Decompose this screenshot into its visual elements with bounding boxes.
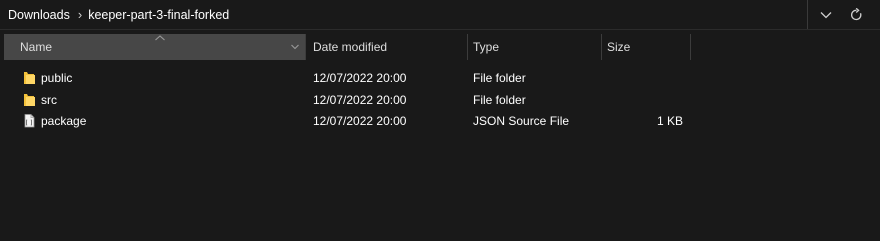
column-header-type[interactable]: Type <box>468 34 602 60</box>
file-size: 1 KB <box>656 114 683 128</box>
column-header-type-label: Type <box>473 40 500 54</box>
column-header-name-label: Name <box>20 40 53 54</box>
file-type: File folder <box>473 71 526 85</box>
file-row[interactable]: src 12/07/2022 20:00 File folder <box>4 89 704 110</box>
column-header-size-label: Size <box>607 40 631 54</box>
file-name: src <box>41 93 57 107</box>
refresh-icon <box>850 8 861 21</box>
refresh-button[interactable] <box>845 4 867 26</box>
breadcrumb-current-folder[interactable]: keeper-part-3-final-forked <box>88 8 229 22</box>
column-header-date-label: Date modified <box>313 40 388 54</box>
column-header-name[interactable]: Name <box>4 34 306 60</box>
column-filter-chevron-icon[interactable] <box>290 43 300 51</box>
address-history-dropdown-button[interactable] <box>815 4 837 26</box>
breadcrumb-separator-icon[interactable]: › <box>78 7 82 22</box>
file-date-modified: 12/07/2022 20:00 <box>313 114 407 128</box>
address-field[interactable]: Downloads › keeper-part-3-final-forked <box>0 0 808 29</box>
file-name: package <box>41 114 87 128</box>
file-date-modified: 12/07/2022 20:00 <box>313 71 407 85</box>
file-row[interactable]: public 12/07/2022 20:00 File folder <box>4 67 704 88</box>
column-header-date-modified[interactable]: Date modified <box>306 34 468 60</box>
file-date-modified: 12/07/2022 20:00 <box>313 93 407 107</box>
file-name: public <box>41 71 73 85</box>
file-type: File folder <box>473 93 526 107</box>
json-file-icon <box>24 114 35 128</box>
chevron-down-icon <box>820 12 832 19</box>
address-bar: Downloads › keeper-part-3-final-forked <box>0 0 880 30</box>
sort-ascending-icon <box>155 35 165 41</box>
file-row[interactable]: package 12/07/2022 20:00 JSON Source Fil… <box>4 110 704 131</box>
folder-icon <box>24 94 35 106</box>
file-type: JSON Source File <box>473 114 570 128</box>
column-header-size[interactable]: Size <box>602 34 691 60</box>
folder-icon <box>24 72 35 84</box>
column-header-row: Name Date modified Type Size <box>0 34 880 60</box>
breadcrumb-downloads[interactable]: Downloads <box>8 8 70 22</box>
